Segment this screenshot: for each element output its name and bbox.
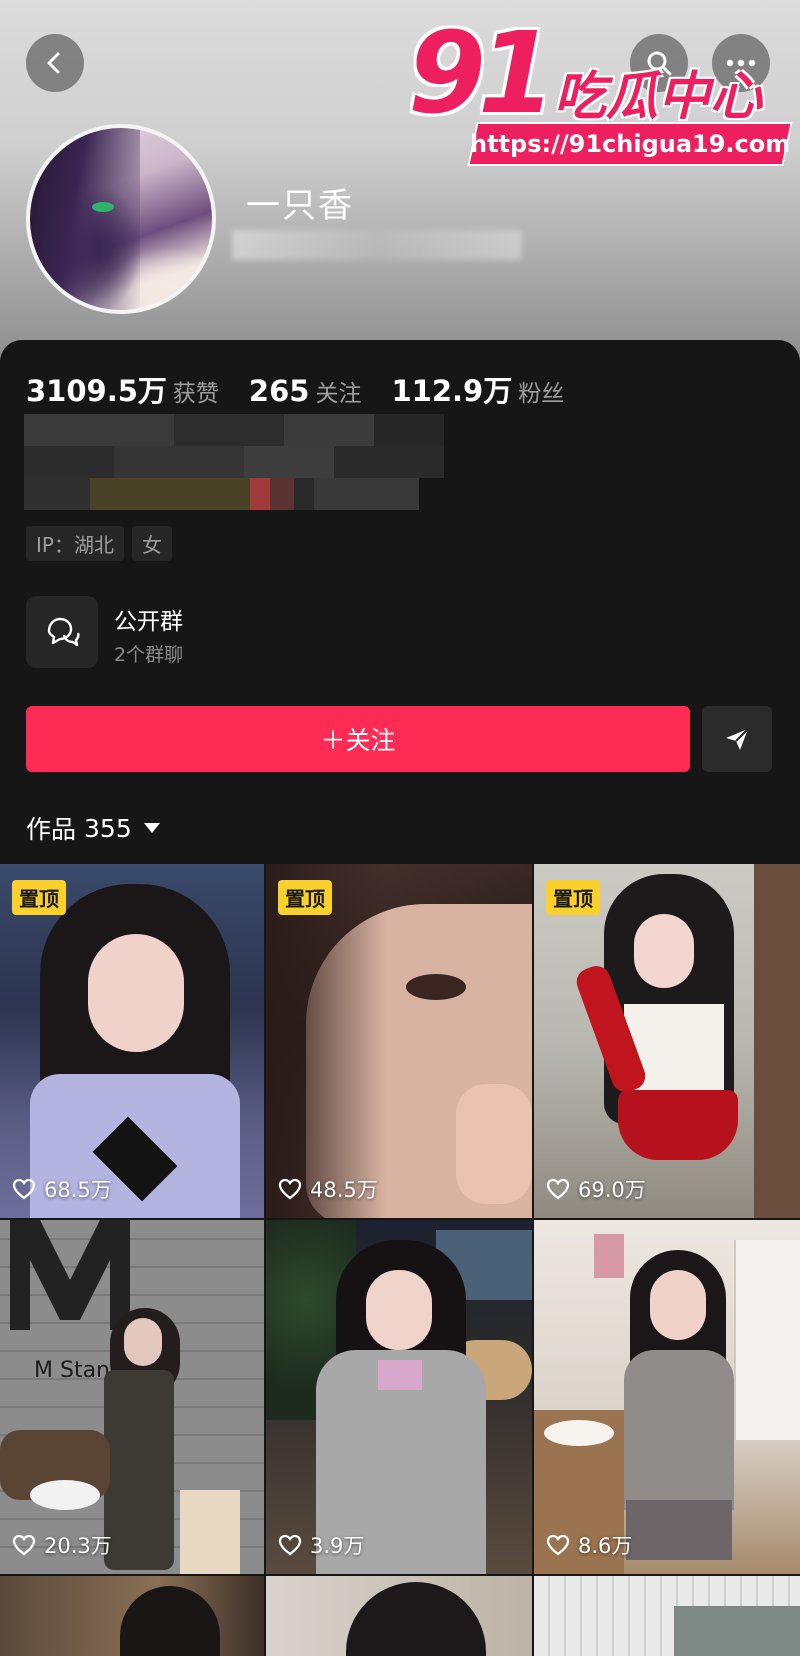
avatar[interactable] (26, 124, 216, 314)
heart-icon (12, 1178, 36, 1200)
like-count-value: 3.9万 (310, 1534, 365, 1558)
like-count: 8.6万 (546, 1530, 632, 1560)
like-count: 20.3万 (12, 1530, 112, 1560)
blurred-id (232, 230, 522, 260)
like-count: 68.5万 (12, 1174, 112, 1204)
video-thumbnail[interactable]: 置顶 69.0万 (534, 864, 800, 1218)
works-count: 355 (84, 813, 132, 843)
tag-row: IP：湖北 女 (26, 526, 172, 561)
video-thumbnail[interactable]: M Stand 20.3万 (0, 1220, 264, 1574)
caret-down-icon (143, 823, 160, 833)
like-count: 48.5万 (278, 1174, 378, 1204)
share-button[interactable] (702, 706, 772, 772)
heart-icon (278, 1178, 302, 1200)
like-count: 3.9万 (278, 1530, 364, 1560)
video-thumbnail[interactable]: 置顶 48.5万 (266, 864, 532, 1218)
watermark-url: https://91chigua19.com (469, 130, 791, 158)
watermark-text: 吃瓜中心 (554, 67, 763, 127)
likes-count[interactable]: 3109.5万 (26, 368, 167, 410)
like-count-value: 68.5万 (44, 1178, 112, 1202)
video-thumbnail[interactable] (534, 1576, 800, 1656)
heart-icon (278, 1534, 302, 1556)
works-label: 作品 (26, 815, 77, 844)
send-icon (726, 728, 749, 750)
heart-icon (546, 1178, 570, 1200)
likes-label: 获赞 (172, 381, 219, 407)
group-chat-subtitle: 2个群聊 (114, 644, 184, 666)
m-logo-shape (10, 1220, 130, 1330)
pinned-badge: 置顶 (546, 880, 600, 915)
following-label: 关注 (315, 381, 362, 407)
following-count[interactable]: 265 (249, 374, 310, 408)
chevron-left-icon (47, 52, 60, 74)
chat-bubbles-icon (47, 617, 80, 647)
watermark-number: 91 (408, 9, 556, 139)
heart-icon (546, 1534, 570, 1556)
profile-panel: 3109.5万 获赞 265 关注 112.9万 粉丝 IP：湖北 女 公开群 … (0, 340, 800, 860)
like-count-value: 69.0万 (578, 1178, 646, 1202)
video-thumbnail[interactable]: 8.6万 (534, 1220, 800, 1574)
stats-row: 3109.5万 获赞 265 关注 112.9万 粉丝 (26, 368, 594, 410)
followers-count[interactable]: 112.9万 (391, 368, 512, 410)
video-thumbnail[interactable]: 3.9万 (266, 1220, 532, 1574)
pinned-badge: 置顶 (12, 880, 66, 915)
blurred-bio (24, 414, 444, 512)
like-count: 69.0万 (546, 1174, 646, 1204)
follow-button[interactable]: ＋关注 (26, 706, 690, 772)
avatar-eye-shape (92, 202, 114, 212)
like-count-value: 48.5万 (310, 1178, 378, 1202)
profile-header: 一只香 91 吃瓜中心 https://91chigua19.com (0, 0, 800, 360)
ip-location-tag: IP：湖北 (26, 526, 124, 561)
avatar-hair-shape (30, 128, 140, 310)
works-tab[interactable]: 作品 355 (26, 810, 160, 846)
back-button[interactable] (26, 34, 84, 92)
video-thumbnail[interactable] (0, 1576, 264, 1656)
watermark-url-banner: https://91chigua19.com (467, 122, 793, 166)
pinned-badge: 置顶 (278, 880, 332, 915)
video-thumbnail[interactable] (266, 1576, 532, 1656)
watermark-logo: 91 吃瓜中心 https://91chigua19.com (408, 9, 793, 168)
gender-tag: 女 (131, 526, 172, 561)
username: 一只香 (246, 186, 354, 226)
like-count-value: 8.6万 (578, 1534, 633, 1558)
group-chat-title[interactable]: 公开群 (114, 602, 183, 636)
video-thumbnail[interactable]: 置顶 68.5万 (0, 864, 264, 1218)
heart-icon (12, 1534, 36, 1556)
group-chat-button[interactable] (26, 596, 98, 668)
like-count-value: 20.3万 (44, 1534, 112, 1558)
followers-label: 粉丝 (518, 381, 565, 407)
